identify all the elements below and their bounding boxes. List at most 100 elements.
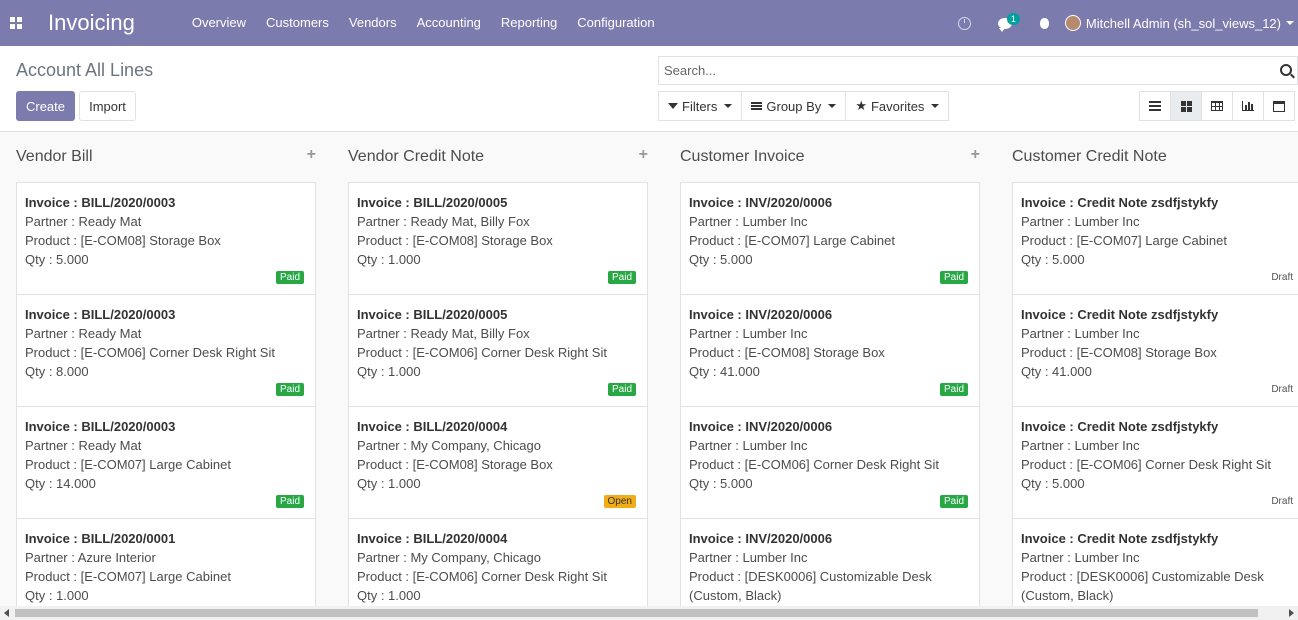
debug-bug-icon[interactable]	[1025, 0, 1065, 46]
quick-create-plus-icon[interactable]: +	[639, 146, 648, 164]
calendar-icon	[1273, 100, 1285, 112]
card-invoice: Invoice : INV/2020/0006	[689, 419, 833, 434]
card-product: Product : [E-COM06] Corner Desk Right Si…	[357, 569, 607, 584]
avatar	[1064, 15, 1081, 31]
card-invoice: Invoice : Credit Note zsdfjstykfy	[1021, 419, 1219, 434]
filter-icon	[668, 103, 678, 109]
chevron-down-icon	[1286, 21, 1294, 25]
kanban-board: Vendor Bill + Invoice : BILL/2020/0003 P…	[0, 133, 1298, 606]
graph-view-button[interactable]	[1232, 91, 1264, 121]
kanban-card[interactable]: Invoice : Credit Note zsdfjstykfy Partne…	[1012, 182, 1298, 295]
card-product: Product : [E-COM06] Corner Desk Right Si…	[689, 457, 939, 472]
favorites-label: Favorites	[870, 98, 925, 114]
main-menu: Overview Customers Vendors Accounting Re…	[182, 0, 665, 46]
quick-create-plus-icon[interactable]: +	[307, 146, 316, 164]
card-invoice: Invoice : INV/2020/0006	[689, 531, 833, 546]
card-product: Product : [E-COM06] Corner Desk Right Si…	[1021, 457, 1271, 472]
status-badge: Paid	[939, 495, 968, 508]
filters-dropdown[interactable]: Filters	[658, 91, 743, 121]
activity-clock-icon[interactable]	[945, 0, 985, 46]
pivot-view-button[interactable]	[1201, 91, 1233, 121]
kanban-card[interactable]: Invoice : BILL/2020/0003 Partner : Ready…	[16, 294, 316, 407]
column-title: Customer Credit Note	[1012, 148, 1167, 165]
user-menu[interactable]: Mitchell Admin (sh_sol_views_12)	[1064, 15, 1298, 31]
card-invoice: Invoice : BILL/2020/0005	[357, 195, 508, 210]
kanban-card[interactable]: Invoice : INV/2020/0006 Partner : Lumber…	[680, 294, 980, 407]
kanban-card[interactable]: Invoice : BILL/2020/0003 Partner : Ready…	[16, 406, 316, 519]
kanban-card[interactable]: Invoice : INV/2020/0006 Partner : Lumber…	[680, 518, 980, 606]
card-qty: Qty : 5.000	[1021, 476, 1085, 491]
kanban-card[interactable]: Invoice : Credit Note zsdfjstykfy Partne…	[1012, 406, 1298, 519]
caret-down-icon	[724, 104, 733, 108]
kanban-card[interactable]: Invoice : BILL/2020/0003 Partner : Ready…	[16, 182, 316, 295]
scrollbar-thumb[interactable]	[15, 609, 1258, 617]
menu-item-vendors[interactable]: Vendors	[339, 0, 407, 46]
card-qty: Qty : 1.000	[357, 252, 421, 267]
apps-menu-icon[interactable]	[0, 0, 32, 46]
card-product: Product : [E-COM07] Large Cabinet	[25, 457, 231, 472]
kanban-card[interactable]: Invoice : INV/2020/0006 Partner : Lumber…	[680, 182, 980, 295]
control-panel: Account All Lines Create Import Filters …	[0, 46, 1298, 132]
kanban-card[interactable]: Invoice : BILL/2020/0004 Partner : My Co…	[348, 518, 648, 606]
card-invoice: Invoice : Credit Note zsdfjstykfy	[1021, 307, 1219, 322]
favorites-dropdown[interactable]: ★ Favorites	[845, 91, 950, 121]
quick-create-plus-icon[interactable]: +	[971, 146, 980, 164]
bar-chart-icon	[1242, 101, 1254, 111]
status-badge: Draft	[1271, 496, 1293, 507]
view-switcher	[1139, 91, 1295, 121]
list-view-button[interactable]	[1139, 91, 1171, 121]
card-product: Product : [E-COM08] Storage Box	[1021, 345, 1217, 360]
card-qty: (Custom, Black)	[689, 588, 782, 603]
card-product: Product : [E-COM08] Storage Box	[689, 345, 885, 360]
calendar-view-button[interactable]	[1263, 91, 1295, 121]
scroll-left-icon[interactable]	[4, 609, 9, 617]
card-invoice: Invoice : BILL/2020/0001	[25, 531, 176, 546]
user-name: Mitchell Admin (sh_sol_views_12)	[1085, 15, 1281, 31]
card-product: Product : [E-COM08] Storage Box	[25, 233, 221, 248]
star-icon: ★	[855, 98, 867, 113]
menu-item-reporting[interactable]: Reporting	[491, 0, 567, 46]
card-qty: (Custom, Black)	[1021, 588, 1114, 603]
top-navbar: Invoicing Overview Customers Vendors Acc…	[0, 0, 1298, 46]
column-title: Customer Invoice	[680, 148, 805, 165]
card-product: Product : [E-COM07] Large Cabinet	[689, 233, 895, 248]
menu-item-accounting[interactable]: Accounting	[407, 0, 491, 46]
kanban-card[interactable]: Invoice : BILL/2020/0001 Partner : Azure…	[16, 518, 316, 606]
status-badge: Open	[603, 495, 636, 508]
page-title: Account All Lines	[16, 60, 154, 80]
card-invoice: Invoice : BILL/2020/0003	[25, 307, 176, 322]
app-name[interactable]: Invoicing	[48, 10, 135, 36]
menu-item-overview[interactable]: Overview	[182, 0, 256, 46]
create-button[interactable]: Create	[16, 91, 75, 121]
search-icon[interactable]	[1280, 64, 1292, 76]
card-qty: Qty : 1.000	[357, 364, 421, 379]
card-qty: Qty : 5.000	[689, 252, 753, 267]
card-invoice: Invoice : BILL/2020/0004	[357, 531, 508, 546]
kanban-card[interactable]: Invoice : Credit Note zsdfjstykfy Partne…	[1012, 294, 1298, 407]
kanban-card[interactable]: Invoice : Credit Note zsdfjstykfy Partne…	[1012, 518, 1298, 606]
card-partner: Partner : Ready Mat	[25, 214, 142, 229]
caret-down-icon	[828, 104, 837, 108]
card-invoice: Invoice : BILL/2020/0005	[357, 307, 508, 322]
kanban-card[interactable]: Invoice : BILL/2020/0005 Partner : Ready…	[348, 182, 648, 295]
card-qty: Qty : 1.000	[357, 476, 421, 491]
search-input[interactable]	[659, 57, 1259, 84]
systray: 1 Mitchell Admin (sh_sol_views_12)	[945, 0, 1298, 46]
menu-item-configuration[interactable]: Configuration	[567, 0, 664, 46]
card-qty: Qty : 5.000	[1021, 252, 1085, 267]
status-badge: Paid	[607, 383, 636, 396]
group-by-dropdown[interactable]: Group By	[741, 91, 847, 121]
scroll-right-icon[interactable]	[1289, 609, 1294, 617]
menu-item-customers[interactable]: Customers	[256, 0, 339, 46]
kanban-view-button[interactable]	[1170, 91, 1202, 121]
kanban-card[interactable]: Invoice : BILL/2020/0005 Partner : Ready…	[348, 294, 648, 407]
card-invoice: Invoice : INV/2020/0006	[689, 307, 833, 322]
card-qty: Qty : 41.000	[689, 364, 760, 379]
import-button[interactable]: Import	[79, 91, 136, 121]
kanban-card[interactable]: Invoice : INV/2020/0006 Partner : Lumber…	[680, 406, 980, 519]
status-badge: Paid	[275, 383, 304, 396]
horizontal-scrollbar[interactable]	[0, 606, 1298, 620]
messaging-chat-icon[interactable]: 1	[985, 0, 1025, 46]
kanban-card[interactable]: Invoice : BILL/2020/0004 Partner : My Co…	[348, 406, 648, 519]
card-qty: Qty : 5.000	[25, 252, 89, 267]
